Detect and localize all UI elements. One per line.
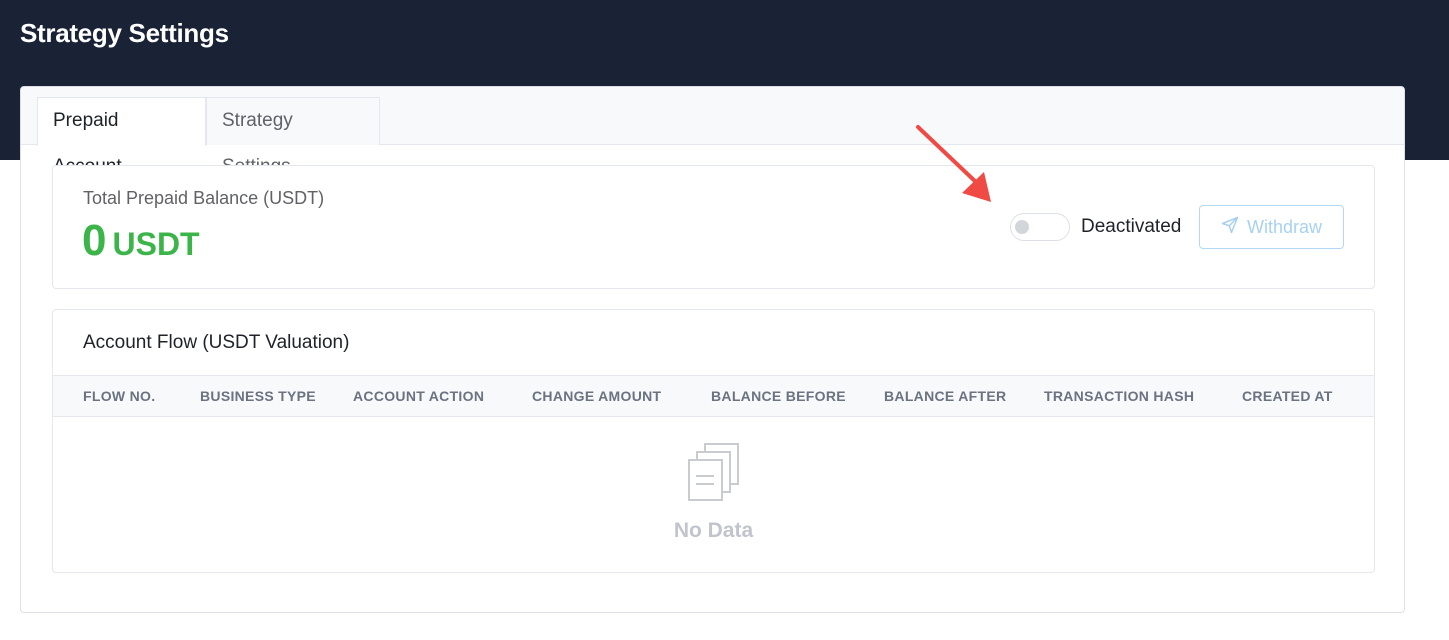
page-title: Strategy Settings bbox=[20, 18, 229, 48]
tabs-bar: Prepaid Account Strategy Settings bbox=[21, 87, 1404, 177]
balance-panel: Total Prepaid Balance (USDT) 0 USDT Deact… bbox=[52, 165, 1375, 289]
column-change-amount[interactable]: CHANGE AMOUNT bbox=[532, 388, 661, 404]
column-transaction-hash[interactable]: TRANSACTION HASH bbox=[1044, 388, 1194, 404]
empty-state: No Data bbox=[53, 418, 1374, 572]
documents-icon bbox=[686, 442, 742, 502]
balance-label: Total Prepaid Balance (USDT) bbox=[83, 188, 325, 208]
activation-toggle[interactable] bbox=[1010, 213, 1070, 241]
balance-unit: USDT bbox=[112, 226, 200, 262]
column-created-at[interactable]: CREATED AT bbox=[1242, 388, 1333, 404]
send-icon bbox=[1221, 216, 1239, 239]
column-balance-after[interactable]: BALANCE AFTER bbox=[884, 388, 1006, 404]
table-header: FLOW NO. BUSINESS TYPE ACCOUNT ACTION CH… bbox=[53, 375, 1374, 417]
account-flow-title: Account Flow (USDT Valuation) bbox=[83, 332, 350, 353]
activation-status-label: Deactivated bbox=[1081, 216, 1182, 237]
column-account-action[interactable]: ACCOUNT ACTION bbox=[353, 388, 484, 404]
main-card: Prepaid Account Strategy Settings Total … bbox=[20, 86, 1405, 613]
tab-prepaid-account[interactable]: Prepaid Account bbox=[37, 97, 206, 177]
tab-strategy-settings[interactable]: Strategy Settings bbox=[206, 97, 380, 177]
toggle-knob bbox=[1015, 220, 1029, 234]
balance-amount: 0 bbox=[82, 216, 107, 265]
column-flow-no[interactable]: FLOW NO. bbox=[83, 388, 155, 404]
withdraw-button[interactable]: Withdraw bbox=[1199, 205, 1344, 249]
column-business-type[interactable]: BUSINESS TYPE bbox=[200, 388, 316, 404]
empty-text: No Data bbox=[673, 519, 754, 542]
account-flow-panel: Account Flow (USDT Valuation) FLOW NO. B… bbox=[52, 309, 1375, 573]
withdraw-label: Withdraw bbox=[1246, 216, 1322, 237]
column-balance-before[interactable]: BALANCE BEFORE bbox=[711, 388, 846, 404]
balance-value: 0 USDT bbox=[82, 216, 200, 266]
